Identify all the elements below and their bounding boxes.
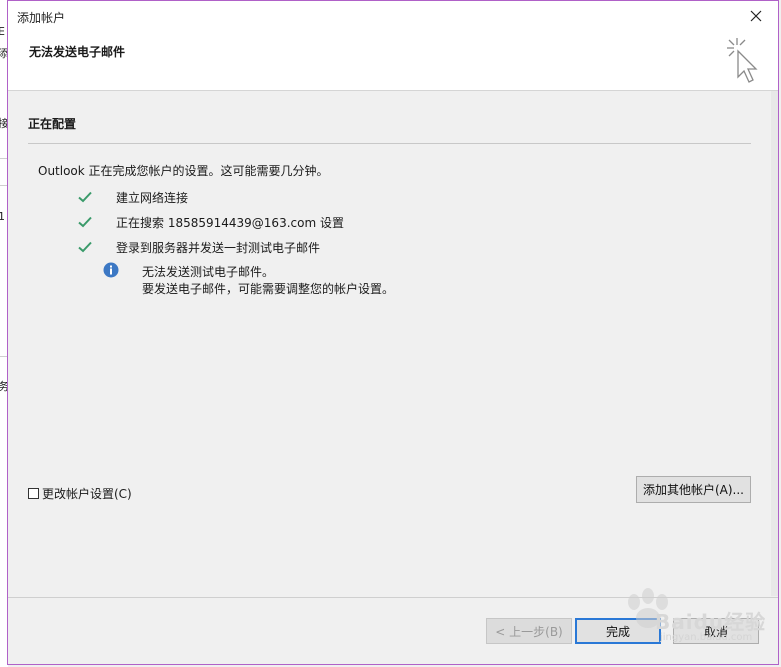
- info-line-1: 无法发送测试电子邮件。: [142, 265, 275, 279]
- step-search-settings: 正在搜索 18585914439@163.com 设置: [76, 213, 344, 231]
- check-icon: [78, 191, 92, 203]
- step-network: 建立网络连接: [76, 188, 188, 206]
- check-icon: [78, 216, 92, 228]
- change-settings-option[interactable]: 更改帐户设置(C): [28, 485, 132, 502]
- check-icon: [78, 241, 92, 253]
- add-other-account-button[interactable]: 添加其他帐户(A)...: [636, 476, 751, 503]
- vertical-scrollbar[interactable]: [771, 91, 778, 596]
- close-button[interactable]: [734, 1, 778, 31]
- dialog-header: 无法发送电子邮件: [8, 31, 778, 91]
- header-title: 无法发送电子邮件: [29, 45, 126, 59]
- step-label: 建立网络连接: [116, 190, 189, 205]
- back-button[interactable]: < 上一步(B): [486, 618, 572, 644]
- step-label: 登录到服务器并发送一封测试电子邮件: [116, 240, 321, 255]
- section-title: 正在配置: [28, 117, 77, 131]
- section-divider: [28, 143, 751, 144]
- info-message: 无法发送测试电子邮件。 要发送电子邮件，可能需要调整您的帐户设置。: [142, 264, 394, 298]
- step-label: 正在搜索 18585914439@163.com 设置: [116, 215, 344, 230]
- watermark-text: Baidu经验: [655, 610, 767, 634]
- change-settings-label[interactable]: 更改帐户设置(C): [42, 485, 132, 502]
- add-account-dialog: 添加帐户 无法发送电子邮件 正在配置 Outlook 正在完成您帐户的设置。这可…: [7, 0, 779, 665]
- step-login-test: 登录到服务器并发送一封测试电子邮件: [76, 238, 320, 256]
- info-icon: [103, 262, 119, 278]
- watermark-url: jingyan.baidu.com: [660, 632, 753, 643]
- cursor-click-icon: [727, 38, 758, 83]
- title-bar: 添加帐户: [8, 1, 778, 31]
- window-title: 添加帐户: [17, 11, 66, 25]
- status-text: Outlook 正在完成您帐户的设置。这可能需要几分钟。: [38, 164, 329, 178]
- close-icon: [750, 10, 762, 22]
- info-line-2: 要发送电子邮件，可能需要调整您的帐户设置。: [142, 282, 395, 296]
- change-settings-checkbox[interactable]: [28, 488, 39, 499]
